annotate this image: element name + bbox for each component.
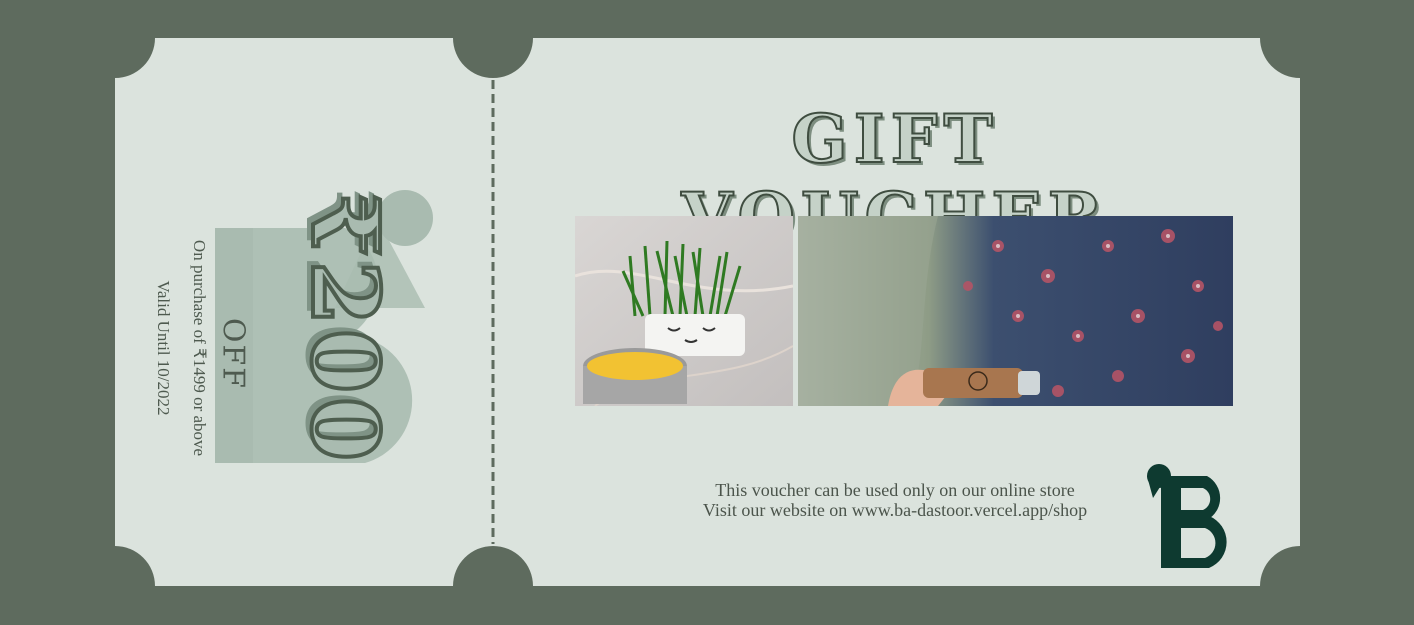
validity-date: Valid Until 10/2022 [154, 280, 173, 416]
website-note: Visit our website on www.ba-dastoor.verc… [702, 500, 1088, 520]
discount-amount: ₹200 [289, 184, 401, 474]
off-label: OFF [215, 317, 251, 391]
product-photo-grass-planter [575, 216, 793, 406]
brand-logo-icon [1147, 464, 1227, 568]
product-photo-perfume-roller [798, 216, 1233, 406]
voucher-info: This voucher can be used only on our onl… [645, 480, 1145, 520]
purchase-condition: On purchase of ₹1499 or above [190, 239, 209, 457]
gift-voucher-ticket: ₹200 OFF On purchase of ₹1499 or above V… [115, 38, 1300, 586]
discount-amount-text: ₹200 [289, 191, 401, 467]
usage-note: This voucher can be used only on our onl… [715, 480, 1075, 500]
